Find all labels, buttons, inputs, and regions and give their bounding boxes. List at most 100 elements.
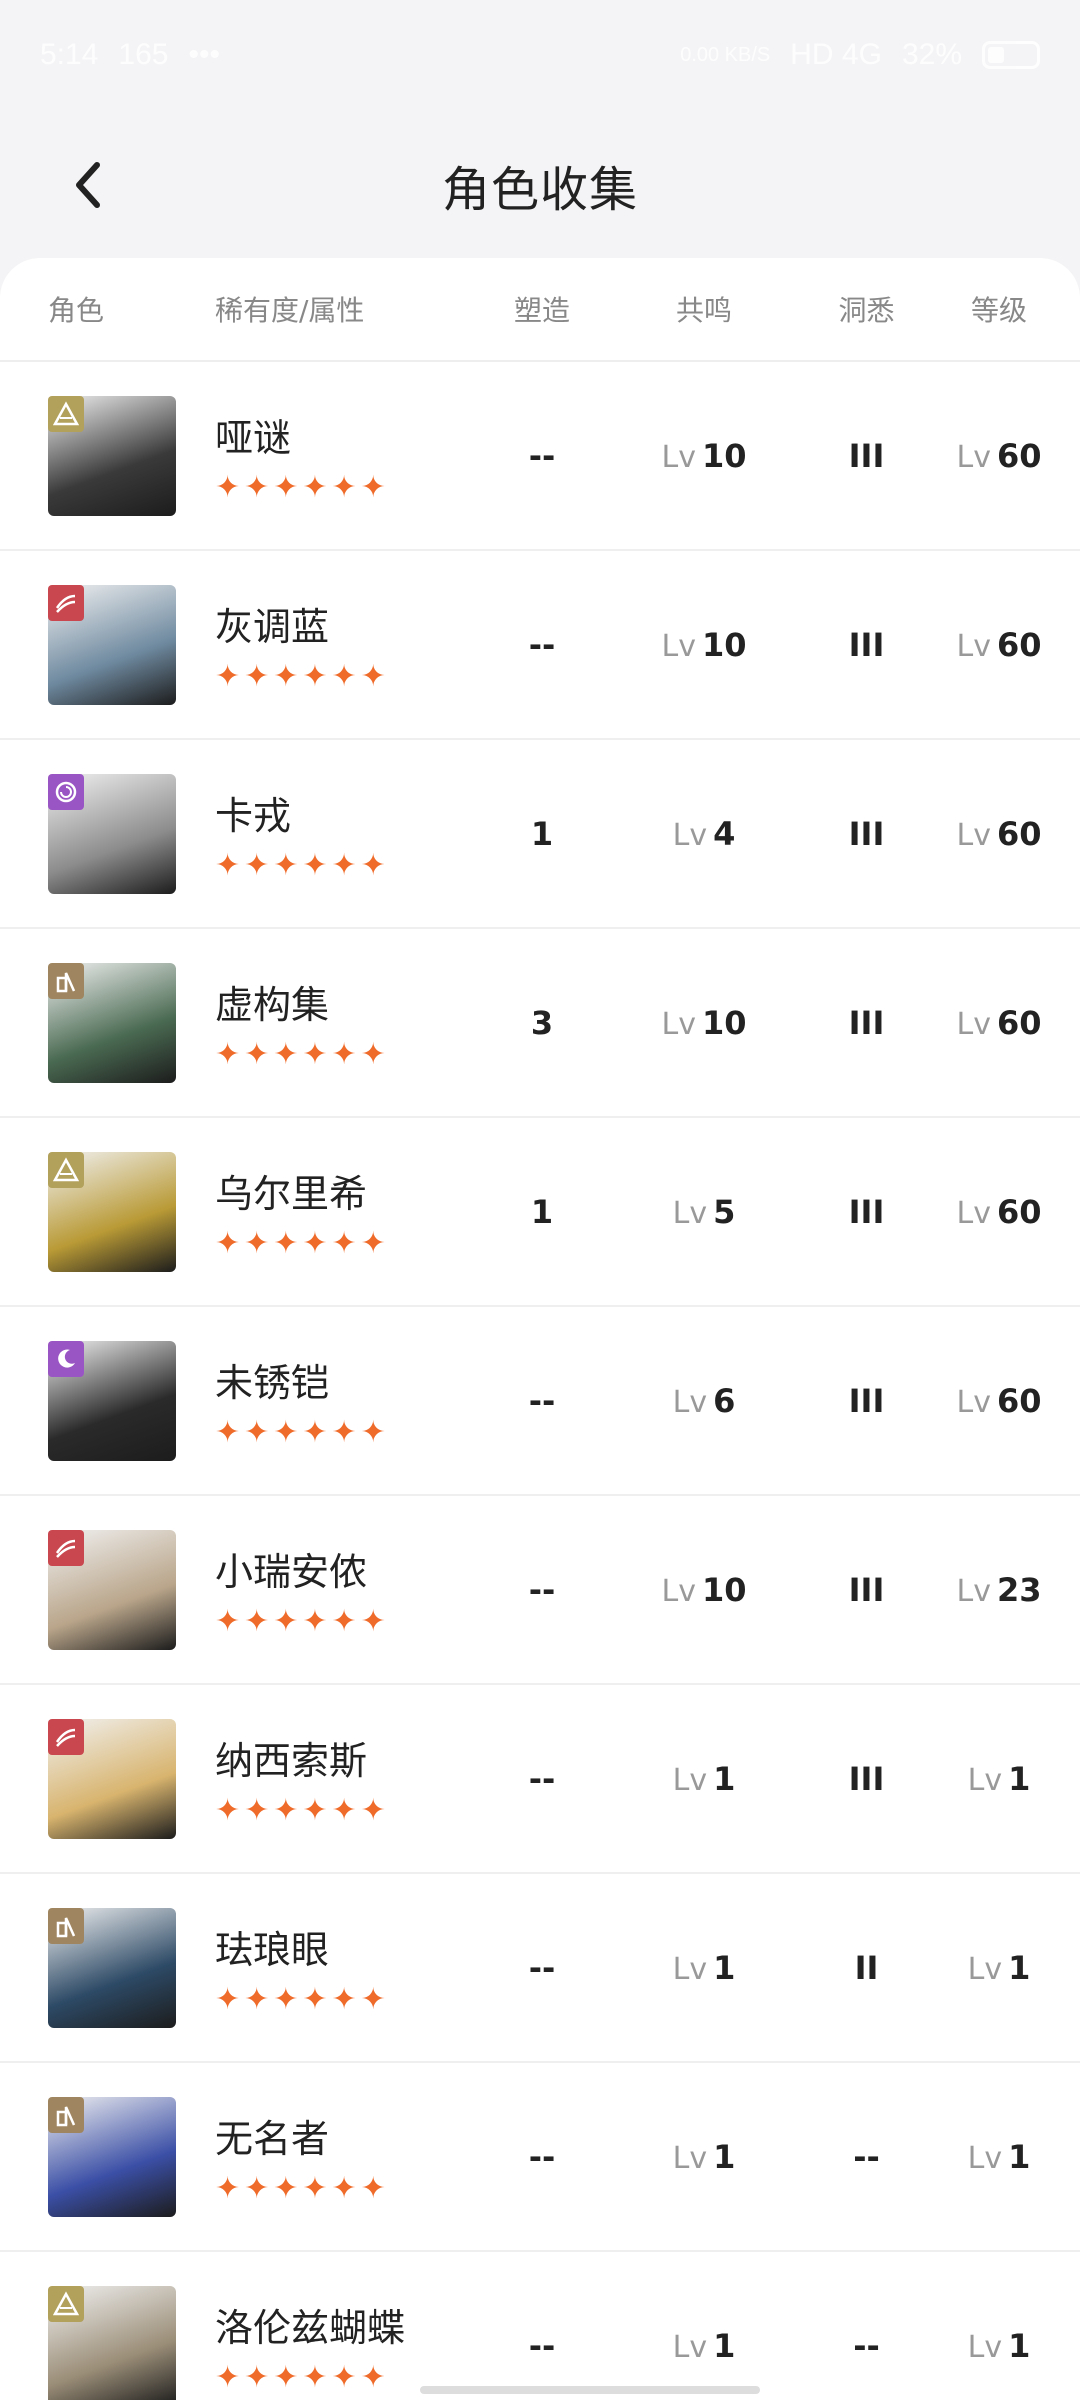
lv-prefix: Lv — [672, 2329, 708, 2365]
header-insight: 洞悉 — [838, 294, 895, 327]
battery-text: 32% — [901, 38, 962, 71]
level-number: 1 — [1008, 2137, 1031, 2176]
character-name: 哑谜 — [215, 415, 292, 460]
character-name: 无名者 — [215, 2116, 330, 2161]
tower-icon — [48, 962, 84, 999]
insight-value: III — [848, 1570, 885, 1609]
avatar-wrap — [0, 962, 215, 1083]
status-right: 0.00 KB/S HD 4G 32% — [680, 38, 1040, 72]
rarity-stars: ✦✦✦✦✦✦ — [215, 1792, 390, 1828]
mountain-icon — [48, 1151, 84, 1188]
table-row[interactable]: 虚构集 ✦✦✦✦✦✦ 3 Lv 10 III Lv 60 — [0, 929, 1080, 1118]
header-role: 角色 — [48, 294, 105, 327]
insight-value: III — [848, 1192, 885, 1231]
table-row[interactable]: 纳西索斯 ✦✦✦✦✦✦ -- Lv 1 III Lv 1 — [0, 1685, 1080, 1874]
table-row[interactable]: 无名者 ✦✦✦✦✦✦ -- Lv 1 -- Lv 1 — [0, 2063, 1080, 2252]
lv-prefix: Lv — [956, 1384, 991, 1420]
resonance-number: 5 — [713, 1192, 736, 1231]
table-row[interactable]: 小瑞安侬 ✦✦✦✦✦✦ -- Lv 10 III Lv 23 — [0, 1496, 1080, 1685]
lv-prefix: Lv — [967, 2140, 1003, 2176]
resonance-value: Lv 6 — [604, 1382, 804, 1420]
status-speed: 165 — [118, 38, 169, 71]
shape-value: -- — [528, 625, 556, 664]
avatar-wrap — [0, 1718, 215, 1839]
resonance-number: 10 — [701, 1003, 747, 1042]
table-row[interactable]: 乌尔里希 ✦✦✦✦✦✦ 1 Lv 5 III Lv 60 — [0, 1118, 1080, 1307]
rarity-stars: ✦✦✦✦✦✦ — [215, 1603, 390, 1639]
level-number: 1 — [1008, 2326, 1031, 2365]
insight-value: III — [848, 625, 885, 664]
resonance-number: 10 — [701, 625, 747, 664]
level-value: Lv 60 — [929, 815, 1069, 853]
lv-prefix: Lv — [672, 1195, 708, 1231]
avatar-wrap — [0, 2096, 215, 2217]
table-row[interactable]: 哑谜 ✦✦✦✦✦✦ -- Lv 10 III Lv 60 — [0, 362, 1080, 551]
lv-prefix: Lv — [661, 1573, 696, 1609]
lv-prefix: Lv — [672, 1762, 708, 1798]
resonance-number: 6 — [713, 1381, 736, 1420]
resonance-value: Lv 10 — [604, 1571, 804, 1609]
character-list-panel: 角色 稀有度/属性 塑造 共鸣 洞悉 等级 哑谜 ✦✦✦✦✦✦ -- Lv 10 III L… — [0, 258, 1080, 2400]
shape-value: -- — [528, 2137, 556, 2176]
character-name: 洛伦兹蝴蝶 — [215, 2305, 406, 2350]
resonance-number: 10 — [701, 1570, 747, 1609]
avatar-wrap — [0, 773, 215, 894]
lv-prefix: Lv — [956, 817, 991, 853]
lv-prefix: Lv — [967, 1951, 1003, 1987]
tower-icon — [48, 2096, 84, 2133]
lv-prefix: Lv — [661, 1006, 696, 1042]
level-number: 23 — [996, 1570, 1042, 1609]
level-number: 1 — [1008, 1759, 1031, 1798]
insight-value: II — [854, 1948, 879, 1987]
header-shape: 塑造 — [513, 294, 570, 327]
avatar-wrap — [0, 584, 215, 705]
shape-value: -- — [528, 1948, 556, 1987]
status-dots: ••• — [188, 38, 220, 71]
level-value: Lv 60 — [929, 1193, 1069, 1231]
table-row[interactable]: 珐琅眼 ✦✦✦✦✦✦ -- Lv 1 II Lv 1 — [0, 1874, 1080, 2063]
level-value: Lv 60 — [929, 437, 1069, 475]
avatar-wrap — [0, 1529, 215, 1650]
table-row[interactable]: 未锈铠 ✦✦✦✦✦✦ -- Lv 6 III Lv 60 — [0, 1307, 1080, 1496]
level-number: 60 — [996, 1192, 1042, 1231]
character-name: 珐琅眼 — [215, 1927, 330, 1972]
name-block: 乌尔里希 ✦✦✦✦✦✦ — [215, 1163, 480, 1261]
signal-text: HD 4G — [790, 38, 882, 71]
table-row[interactable]: 洛伦兹蝴蝶 ✦✦✦✦✦✦ -- Lv 1 -- Lv 1 — [0, 2252, 1080, 2400]
lv-prefix: Lv — [956, 1195, 991, 1231]
level-number: 60 — [996, 1381, 1042, 1420]
moon-icon — [48, 1340, 84, 1377]
resonance-number: 1 — [713, 1948, 736, 1987]
name-block: 未锈铠 ✦✦✦✦✦✦ — [215, 1352, 480, 1450]
table-row[interactable]: 卡戎 ✦✦✦✦✦✦ 1 Lv 4 III Lv 60 — [0, 740, 1080, 929]
lv-prefix: Lv — [956, 1573, 991, 1609]
resonance-number: 1 — [713, 2326, 736, 2365]
resonance-number: 1 — [713, 1759, 736, 1798]
lv-prefix: Lv — [661, 439, 696, 475]
rarity-stars: ✦✦✦✦✦✦ — [215, 658, 390, 694]
level-value: Lv 60 — [929, 1004, 1069, 1042]
avatar-wrap — [0, 1151, 215, 1272]
resonance-value: Lv 10 — [604, 437, 804, 475]
status-left: 5:14 165 ••• — [40, 38, 220, 72]
wind-icon — [48, 584, 84, 621]
spiral-icon — [48, 773, 84, 810]
resonance-value: Lv 4 — [604, 815, 804, 853]
level-value: Lv 1 — [929, 1760, 1069, 1798]
lv-prefix: Lv — [672, 817, 708, 853]
rarity-stars: ✦✦✦✦✦✦ — [215, 469, 390, 505]
table-row[interactable]: 灰调蓝 ✦✦✦✦✦✦ -- Lv 10 III Lv 60 — [0, 551, 1080, 740]
avatar-wrap — [0, 395, 215, 516]
rarity-stars: ✦✦✦✦✦✦ — [215, 2170, 390, 2206]
insight-value: III — [848, 436, 885, 475]
rarity-stars: ✦✦✦✦✦✦ — [215, 1414, 390, 1450]
character-rows: 哑谜 ✦✦✦✦✦✦ -- Lv 10 III Lv 60 灰调蓝 ✦✦✦✦✦✦ -- Lv 10 III L… — [0, 362, 1080, 2400]
name-block: 洛伦兹蝴蝶 ✦✦✦✦✦✦ — [215, 2297, 480, 2395]
insight-value: -- — [853, 2137, 880, 2176]
back-button[interactable] — [54, 150, 124, 220]
name-block: 灰调蓝 ✦✦✦✦✦✦ — [215, 596, 480, 694]
level-value: Lv 1 — [929, 1949, 1069, 1987]
status-time: 5:14 — [40, 38, 99, 71]
character-name: 虚构集 — [215, 982, 330, 1027]
character-name: 卡戎 — [215, 793, 292, 838]
